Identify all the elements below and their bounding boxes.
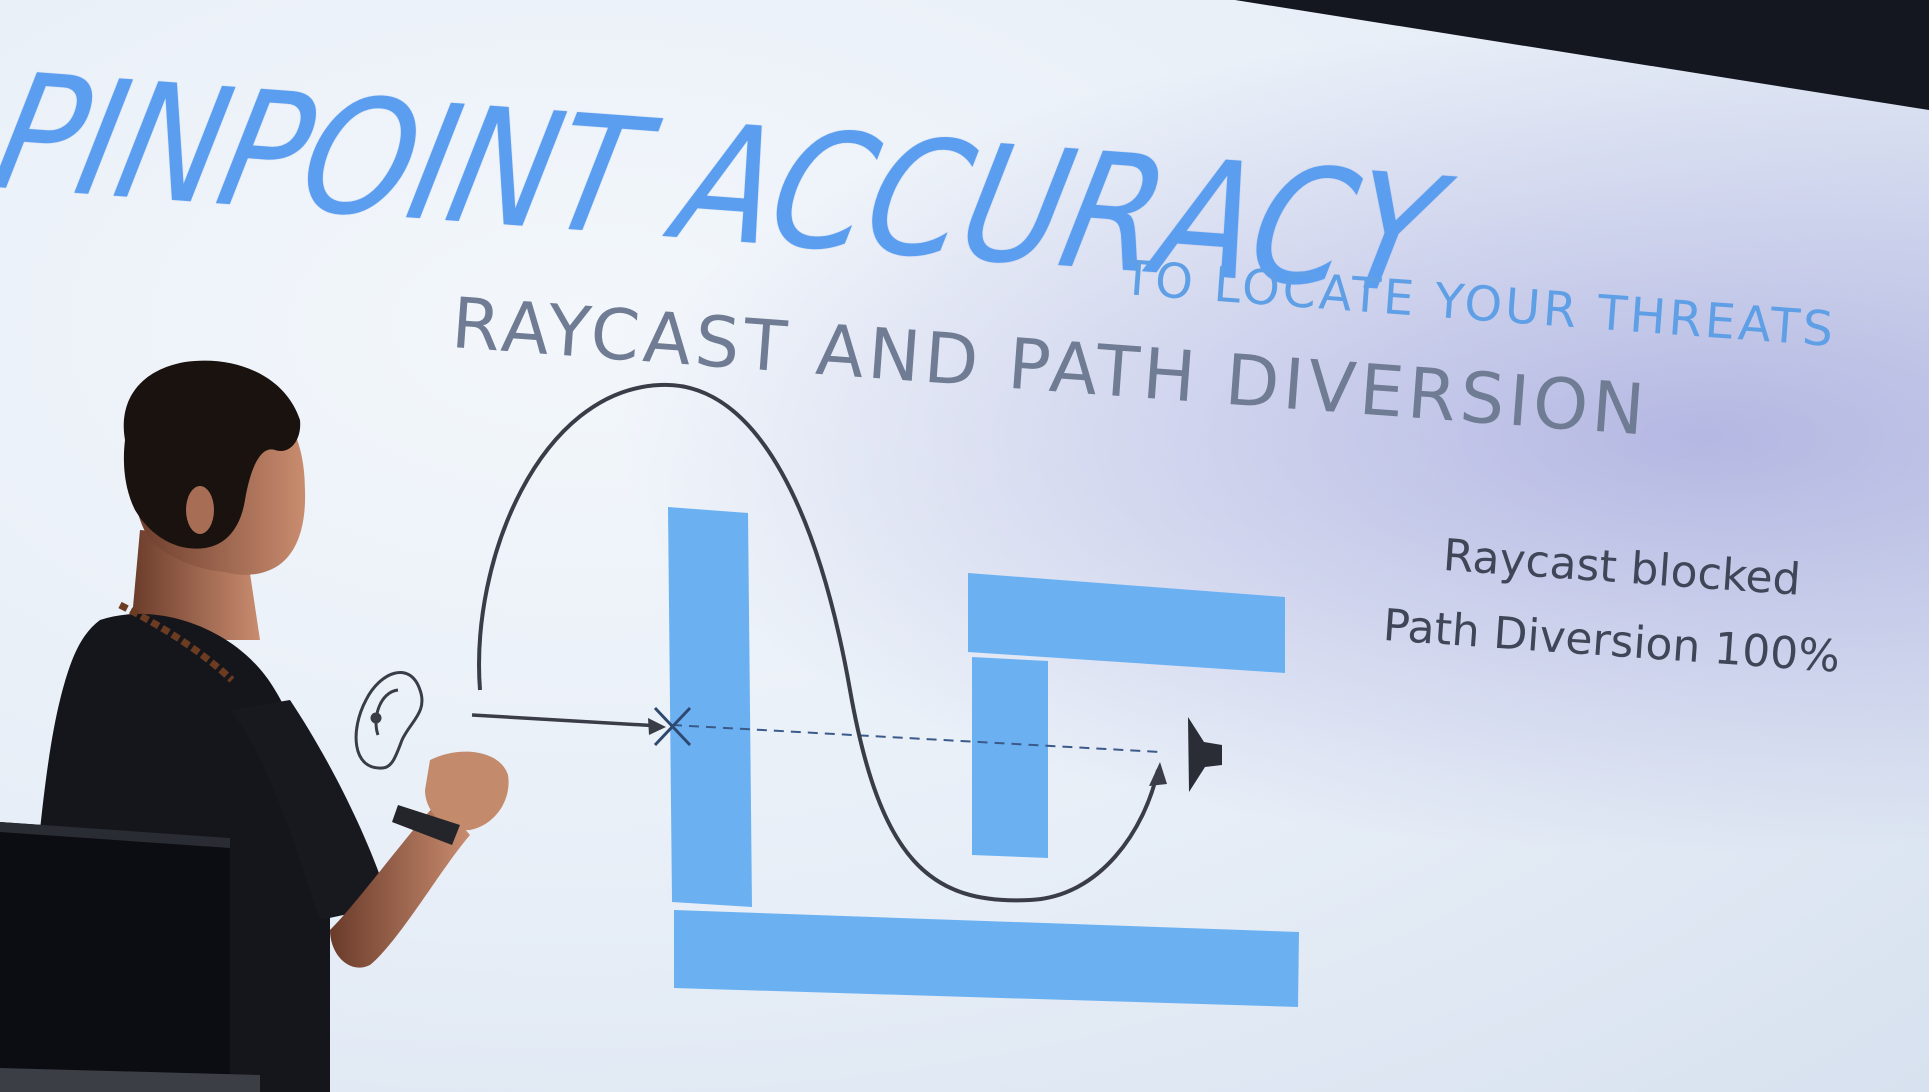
- podium: [0, 822, 230, 1092]
- presenter-silhouette: [0, 0, 1929, 1092]
- screen-border-dark: [1235, 0, 1929, 110]
- presenter-ear: [186, 486, 214, 534]
- slide-photo: PINPOINT ACCURACY TO LOCATE YOUR THREATS…: [0, 0, 1929, 1092]
